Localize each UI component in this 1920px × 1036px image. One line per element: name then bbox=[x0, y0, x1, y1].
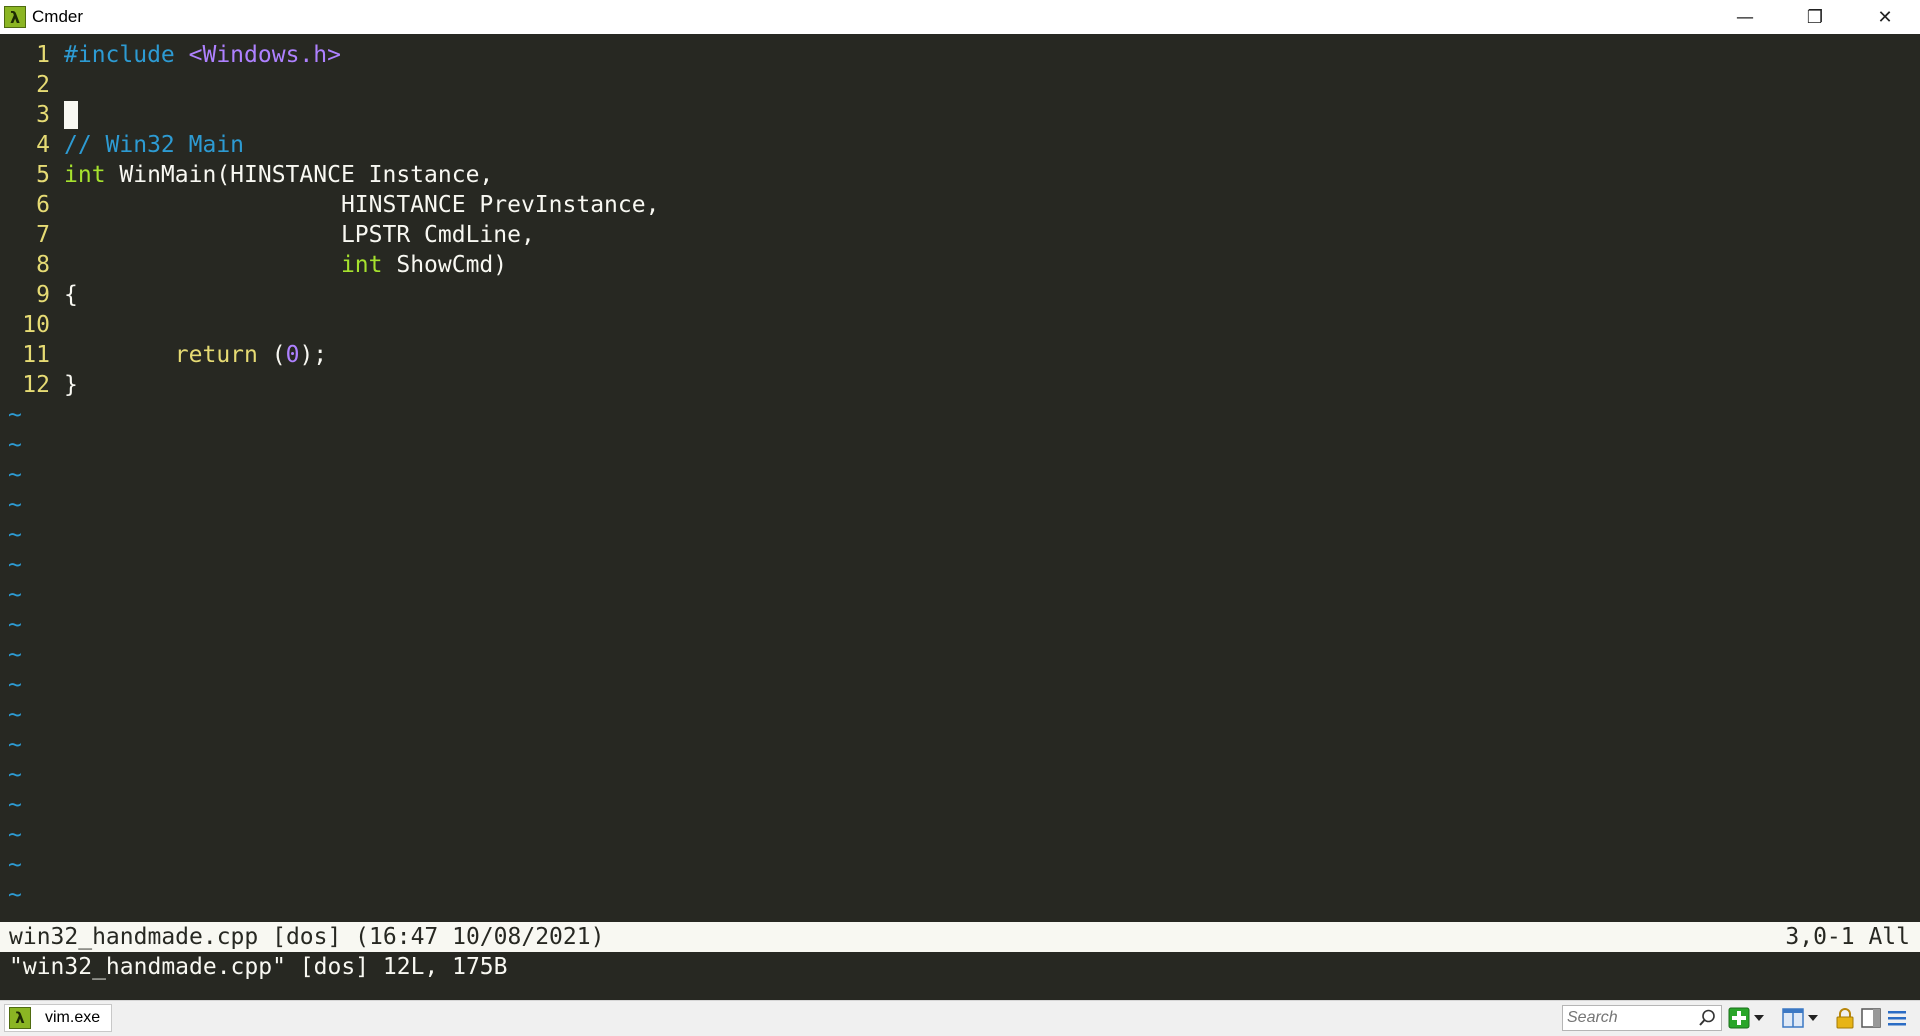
code-line[interactable]: 5 int WinMain(HINSTANCE Instance, bbox=[0, 160, 493, 190]
code-line[interactable]: 6 HINSTANCE PrevInstance, bbox=[0, 190, 659, 220]
code-token: LPSTR CmdLine, bbox=[64, 222, 535, 248]
search-icon[interactable] bbox=[1697, 1008, 1717, 1028]
empty-line-tilde: ~ bbox=[8, 612, 22, 638]
code-token: <Windows.h> bbox=[188, 42, 341, 68]
new-console-icon[interactable] bbox=[1728, 1007, 1750, 1029]
empty-line-tilde: ~ bbox=[8, 672, 22, 698]
code-token: { bbox=[64, 282, 78, 308]
title-bar: λ Cmder — ❐ ✕ bbox=[0, 0, 1920, 34]
split-dropdown-icon[interactable] bbox=[1806, 1007, 1820, 1029]
code-token: ( bbox=[257, 342, 286, 368]
line-number: 4 bbox=[36, 132, 50, 158]
code-token: } bbox=[64, 372, 78, 398]
code-line[interactable]: 7 LPSTR CmdLine, bbox=[0, 220, 535, 250]
code-token: int bbox=[64, 162, 106, 188]
lock-icon[interactable] bbox=[1834, 1007, 1856, 1029]
code-token: ); bbox=[299, 342, 328, 368]
code-line[interactable]: 4 // Win32 Main bbox=[0, 130, 244, 160]
empty-line-tilde: ~ bbox=[8, 432, 22, 458]
file-written-message: "win32_handmade.cpp" [dos] 12L, 175B bbox=[9, 954, 508, 980]
code-token: WinMain(HINSTANCE Instance, bbox=[105, 162, 494, 188]
line-number: 10 bbox=[22, 312, 50, 338]
line-number: 12 bbox=[22, 372, 50, 398]
window-title: Cmder bbox=[32, 7, 84, 26]
cmder-logo-icon: λ bbox=[4, 6, 26, 28]
code-line[interactable]: 8 int ShowCmd) bbox=[0, 250, 507, 280]
code-line[interactable]: 12} bbox=[0, 370, 78, 400]
empty-line-tilde: ~ bbox=[8, 402, 22, 428]
code-token: 0 bbox=[285, 342, 300, 368]
menu-icon[interactable] bbox=[1886, 1007, 1908, 1029]
code-token: #include bbox=[64, 42, 175, 68]
empty-line-tilde: ~ bbox=[8, 702, 22, 728]
tab-label: vim.exe bbox=[45, 1009, 101, 1026]
vim-message-line: "win32_handmade.cpp" [dos] 12L, 175B bbox=[0, 952, 1920, 1000]
empty-line-tilde: ~ bbox=[8, 762, 22, 788]
vim-statusline: win32_handmade.cpp [dos] (16:47 10/08/20… bbox=[0, 922, 1920, 952]
restore-button[interactable]: ❐ bbox=[1780, 0, 1850, 34]
vim-editor[interactable]: 1 #include <Windows.h> 2 3 4 // Win32 Main 5 in… bbox=[0, 34, 1920, 924]
line-number: 1 bbox=[36, 42, 50, 68]
line-number: 5 bbox=[36, 162, 50, 188]
line-number: 2 bbox=[36, 72, 50, 98]
line-number: 9 bbox=[36, 282, 50, 308]
tab-vim[interactable]: λ vim.exe bbox=[4, 1004, 112, 1032]
empty-line-tilde: ~ bbox=[8, 732, 22, 758]
close-button[interactable]: ✕ bbox=[1850, 0, 1920, 34]
code-token: int bbox=[340, 252, 383, 278]
code-line[interactable]: 9{ bbox=[0, 280, 78, 310]
empty-line-tilde: ~ bbox=[8, 462, 22, 488]
empty-line-tilde: ~ bbox=[8, 882, 22, 908]
line-number: 7 bbox=[36, 222, 50, 248]
search-input[interactable] bbox=[1567, 1007, 1691, 1029]
cmder-tab-bar: λ vim.exe bbox=[0, 1000, 1920, 1036]
statusline-cursor-position: 3,0-1 All bbox=[1785, 924, 1910, 950]
empty-line-tilde: ~ bbox=[8, 792, 22, 818]
window-controls: — ❐ ✕ bbox=[1710, 0, 1920, 34]
code-line[interactable]: 11 return (0); bbox=[0, 340, 327, 370]
line-number: 8 bbox=[36, 252, 50, 278]
new-console-dropdown-icon[interactable] bbox=[1752, 1007, 1766, 1029]
line-number: 3 bbox=[36, 102, 50, 128]
line-number: 6 bbox=[36, 192, 50, 218]
code-token: // Win32 Main bbox=[64, 132, 245, 158]
buffer-view-icon[interactable] bbox=[1860, 1007, 1882, 1029]
empty-line-tilde: ~ bbox=[8, 582, 22, 608]
code-token: ShowCmd) bbox=[382, 252, 508, 278]
code-token: return bbox=[174, 342, 258, 368]
line-number: 11 bbox=[22, 342, 50, 368]
code-line[interactable]: 1 #include <Windows.h> bbox=[0, 40, 341, 70]
search-box bbox=[1562, 1005, 1722, 1031]
statusline-file-info: win32_handmade.cpp [dos] (16:47 10/08/20… bbox=[9, 924, 605, 950]
cmder-tab-icon: λ bbox=[9, 1007, 31, 1029]
empty-line-tilde: ~ bbox=[8, 642, 22, 668]
empty-line-tilde: ~ bbox=[8, 522, 22, 548]
minimize-button[interactable]: — bbox=[1710, 0, 1780, 34]
text-cursor bbox=[64, 100, 78, 129]
empty-line-tilde: ~ bbox=[8, 852, 22, 878]
split-view-icon[interactable] bbox=[1782, 1007, 1804, 1029]
empty-line-tilde: ~ bbox=[8, 552, 22, 578]
empty-line-tilde: ~ bbox=[8, 492, 22, 518]
empty-line-tilde: ~ bbox=[8, 822, 22, 848]
code-token: HINSTANCE PrevInstance, bbox=[64, 192, 660, 218]
code-line[interactable]: 10 bbox=[0, 310, 64, 340]
code-line[interactable]: 3 bbox=[0, 100, 78, 130]
code-line[interactable]: 2 bbox=[0, 70, 64, 100]
